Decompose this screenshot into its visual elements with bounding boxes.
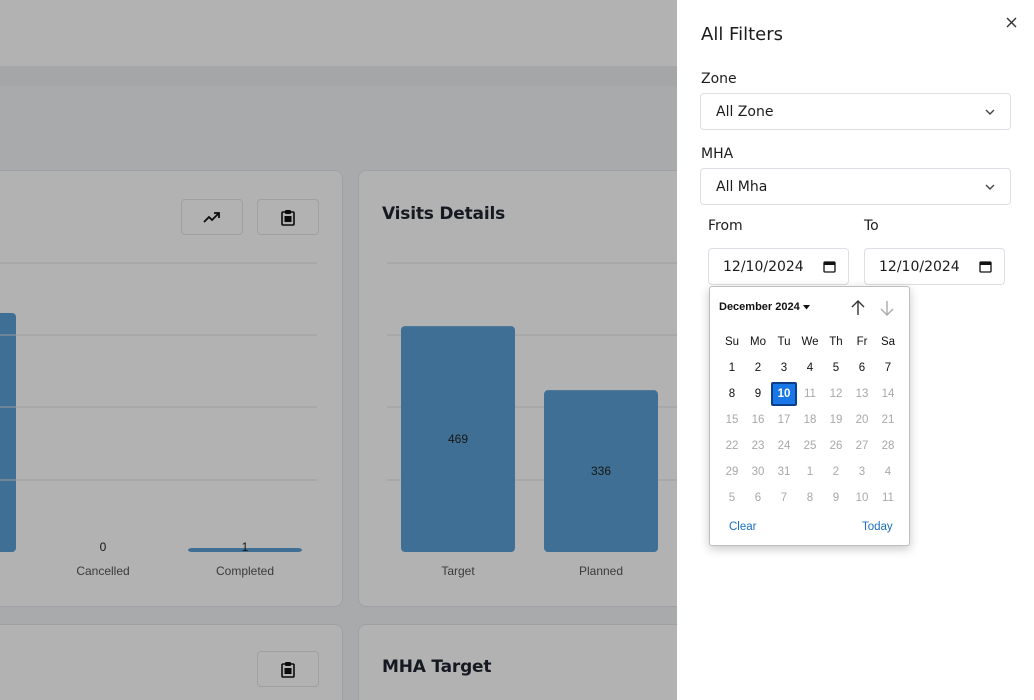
arrow-down-icon	[880, 301, 894, 316]
calendar-day[interactable]: 5	[823, 356, 849, 380]
to-date-input[interactable]: 12/10/2024	[864, 248, 1005, 285]
zone-value: All Zone	[716, 103, 774, 120]
calendar-day[interactable]: 25	[797, 434, 823, 458]
calendar-day[interactable]: 3	[849, 460, 875, 484]
calendar-day[interactable]: 24	[771, 434, 797, 458]
weekday-header: Fr	[856, 336, 868, 348]
calendar-day[interactable]: 6	[849, 356, 875, 380]
calendar-day[interactable]: 19	[823, 408, 849, 432]
calendar-day[interactable]: 1	[719, 356, 745, 380]
calendar-day[interactable]: 14	[875, 382, 901, 406]
to-date-value: 12/10/2024	[879, 258, 960, 275]
weekday-header: Su	[724, 336, 740, 348]
caret-down-icon	[802, 304, 810, 309]
calendar-day[interactable]: 8	[719, 382, 745, 406]
from-date-input[interactable]: 12/10/2024	[708, 248, 849, 285]
mha-select[interactable]: All Mha	[700, 168, 1011, 205]
mha-value: All Mha	[716, 178, 768, 195]
calendar-day[interactable]: 10	[849, 486, 875, 510]
chevron-down-icon	[985, 184, 995, 190]
month-year-label: December 2024	[719, 301, 800, 313]
calendar-day[interactable]: 2	[745, 356, 771, 380]
today-button[interactable]: Today	[862, 521, 893, 533]
mha-label: MHA	[701, 146, 734, 162]
weekday-header: Sa	[880, 336, 896, 348]
calendar-day[interactable]: 27	[849, 434, 875, 458]
calendar-day[interactable]: 6	[745, 486, 771, 510]
calendar-day[interactable]: 29	[719, 460, 745, 484]
arrow-up-icon	[851, 300, 865, 315]
zone-label: Zone	[701, 71, 737, 87]
calendar-day[interactable]: 20	[849, 408, 875, 432]
calendar-day[interactable]: 8	[797, 486, 823, 510]
next-month-button[interactable]	[878, 299, 896, 317]
calendar-day[interactable]: 11	[875, 486, 901, 510]
calendar-day[interactable]: 9	[745, 382, 771, 406]
calendar-day[interactable]: 3	[771, 356, 797, 380]
calendar-day[interactable]: 17	[771, 408, 797, 432]
calendar-icon[interactable]	[979, 260, 992, 273]
close-icon	[1006, 17, 1016, 27]
panel-title: All Filters	[701, 24, 783, 45]
calendar-day[interactable]: 26	[823, 434, 849, 458]
zone-select[interactable]: All Zone	[700, 93, 1011, 130]
to-label: To	[864, 218, 879, 234]
calendar-day[interactable]: 31	[771, 460, 797, 484]
calendar-day[interactable]: 23	[745, 434, 771, 458]
calendar-day[interactable]: 12	[823, 382, 849, 406]
calendar-day[interactable]: 22	[719, 434, 745, 458]
date-picker-popup: December 2024 Su Mo Tu We Th Fr Sa 1 2 3 4 5 6 7 8 9 10 1…	[709, 286, 910, 546]
calendar-day[interactable]: 2	[823, 460, 849, 484]
calendar-day[interactable]: 30	[745, 460, 771, 484]
calendar-day[interactable]: 9	[823, 486, 849, 510]
calendar-day[interactable]: 16	[745, 408, 771, 432]
calendar-day-selected[interactable]: 10	[771, 382, 797, 406]
calendar-day[interactable]: 7	[875, 356, 901, 380]
from-date-value: 12/10/2024	[723, 258, 804, 275]
from-label: From	[708, 218, 743, 234]
calendar-day[interactable]: 1	[797, 460, 823, 484]
calendar-day[interactable]: 4	[875, 460, 901, 484]
clear-button[interactable]: Clear	[729, 521, 756, 533]
calendar-day[interactable]: 21	[875, 408, 901, 432]
calendar-icon[interactable]	[823, 260, 836, 273]
close-button[interactable]	[1002, 13, 1020, 31]
weekday-header: Tu	[777, 336, 791, 348]
previous-month-button[interactable]	[849, 299, 867, 317]
month-year-select[interactable]: December 2024	[719, 301, 810, 313]
weekday-header: Mo	[750, 336, 766, 348]
chevron-down-icon	[985, 109, 995, 115]
calendar-day[interactable]: 13	[849, 382, 875, 406]
weekday-header: We	[801, 336, 819, 348]
calendar-day[interactable]: 7	[771, 486, 797, 510]
calendar-day[interactable]: 15	[719, 408, 745, 432]
calendar-day[interactable]: 28	[875, 434, 901, 458]
calendar-day[interactable]: 4	[797, 356, 823, 380]
weekday-header: Th	[829, 336, 843, 348]
calendar-day[interactable]: 5	[719, 486, 745, 510]
calendar-day[interactable]: 18	[797, 408, 823, 432]
calendar-day[interactable]: 11	[797, 382, 823, 406]
modal-overlay[interactable]	[0, 0, 677, 700]
